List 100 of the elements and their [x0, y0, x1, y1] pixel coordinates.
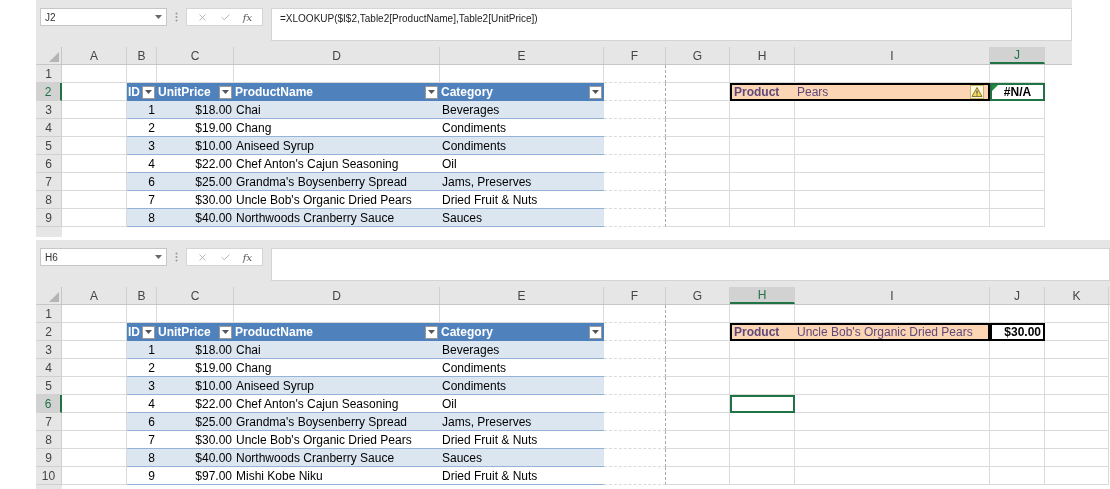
worksheet-cell[interactable] — [795, 191, 990, 209]
worksheet-cell[interactable] — [990, 305, 1045, 323]
worksheet-cell[interactable] — [990, 101, 1045, 119]
column-header[interactable]: F — [604, 47, 666, 64]
row-header[interactable]: 5 — [36, 137, 62, 155]
worksheet-cell[interactable] — [730, 137, 795, 155]
filter-dropdown-button[interactable] — [425, 325, 438, 339]
worksheet-cell[interactable] — [795, 431, 990, 449]
worksheet-cell[interactable] — [795, 137, 990, 155]
worksheet-cell[interactable] — [604, 323, 666, 341]
result-cell[interactable]: #N/A — [990, 83, 1045, 101]
worksheet-cell[interactable] — [666, 395, 730, 413]
worksheet-cell[interactable] — [730, 413, 795, 431]
worksheet-cell[interactable] — [604, 101, 666, 119]
drag-handle-icon[interactable] — [175, 252, 178, 262]
column-header[interactable]: H — [730, 47, 795, 64]
worksheet-cell[interactable] — [1045, 449, 1109, 467]
column-header[interactable]: D — [234, 47, 440, 64]
worksheet-cell[interactable] — [604, 377, 666, 395]
worksheet-cell[interactable] — [795, 377, 990, 395]
worksheet-cell[interactable] — [666, 173, 730, 191]
table-header-cell[interactable]: UnitPrice — [157, 323, 234, 341]
worksheet-cell[interactable] — [604, 431, 666, 449]
filter-dropdown-button[interactable] — [219, 325, 232, 339]
worksheet-cell[interactable] — [795, 467, 990, 485]
column-header[interactable]: D — [234, 287, 440, 304]
worksheet-cell[interactable] — [666, 155, 730, 173]
table-header-cell[interactable]: Category — [440, 83, 604, 101]
name-box[interactable]: J2 — [40, 8, 167, 26]
row-header[interactable]: 2 — [36, 83, 62, 101]
row-header[interactable]: 7 — [36, 413, 62, 431]
worksheet-cell[interactable] — [666, 413, 730, 431]
worksheet-cell[interactable] — [990, 137, 1045, 155]
worksheet-cell[interactable] — [730, 341, 795, 359]
worksheet-cell[interactable] — [604, 449, 666, 467]
row-header[interactable]: 3 — [36, 101, 62, 119]
worksheet-cell[interactable] — [666, 209, 730, 227]
worksheet-cell[interactable] — [730, 191, 795, 209]
worksheet-cell[interactable] — [604, 65, 666, 83]
worksheet-cell[interactable] — [666, 191, 730, 209]
worksheet-cell[interactable] — [730, 119, 795, 137]
worksheet-cell[interactable] — [795, 101, 990, 119]
select-all-icon[interactable] — [49, 292, 59, 302]
row-header[interactable]: 7 — [36, 173, 62, 191]
worksheet-cell[interactable] — [990, 155, 1045, 173]
worksheet-cell[interactable] — [990, 173, 1045, 191]
column-header[interactable]: H — [730, 287, 795, 304]
worksheet-cell[interactable] — [666, 449, 730, 467]
column-header[interactable]: F — [604, 287, 666, 304]
row-header[interactable]: 8 — [36, 191, 62, 209]
filter-dropdown-button[interactable] — [589, 85, 602, 99]
drag-handle-icon[interactable] — [175, 12, 178, 22]
column-header[interactable]: J — [990, 287, 1045, 304]
worksheet-cell[interactable] — [666, 467, 730, 485]
worksheet-cell[interactable] — [1045, 377, 1109, 395]
worksheet-cell[interactable] — [795, 173, 990, 191]
column-header[interactable]: K — [1045, 287, 1109, 304]
row-header[interactable]: 8 — [36, 431, 62, 449]
worksheet-cell[interactable] — [990, 341, 1045, 359]
worksheet-cell[interactable] — [795, 341, 990, 359]
worksheet-cell[interactable] — [795, 155, 990, 173]
worksheet-cell[interactable] — [666, 119, 730, 137]
table-header-cell[interactable]: ID — [127, 83, 157, 101]
row-header[interactable]: 5 — [36, 377, 62, 395]
row-header[interactable]: 10 — [36, 467, 62, 485]
name-box[interactable]: H6 — [40, 248, 167, 266]
formula-bar[interactable]: =XLOOKUP($I$2,Table2[ProductName],Table2[UnitPrice]) — [271, 8, 1072, 41]
cancel-icon[interactable] — [196, 11, 208, 23]
active-cell[interactable] — [730, 395, 795, 413]
filter-dropdown-button[interactable] — [425, 85, 438, 99]
row-header[interactable]: 9 — [36, 449, 62, 467]
row-header[interactable]: 4 — [36, 359, 62, 377]
worksheet-cell[interactable] — [62, 65, 127, 83]
column-header[interactable]: A — [62, 287, 127, 304]
row-header[interactable]: 6 — [36, 155, 62, 173]
worksheet-cell[interactable] — [795, 413, 990, 431]
worksheet-cell[interactable] — [1045, 413, 1109, 431]
worksheet-cell[interactable] — [795, 119, 990, 137]
worksheet-cell[interactable] — [1045, 431, 1109, 449]
worksheet-cell[interactable] — [730, 209, 795, 227]
worksheet-cell[interactable] — [990, 119, 1045, 137]
worksheet-cell[interactable] — [1045, 395, 1109, 413]
worksheet-cell[interactable] — [604, 119, 666, 137]
table-header-cell[interactable]: ProductName — [234, 323, 440, 341]
worksheet-cell[interactable] — [730, 155, 795, 173]
worksheet-cell[interactable] — [730, 431, 795, 449]
worksheet-cell[interactable] — [730, 467, 795, 485]
worksheet-cell[interactable] — [604, 191, 666, 209]
worksheet-cell[interactable] — [990, 449, 1045, 467]
worksheet-cell[interactable] — [604, 395, 666, 413]
column-header[interactable]: B — [127, 47, 157, 64]
worksheet-cell[interactable] — [730, 359, 795, 377]
worksheet-cell[interactable] — [604, 341, 666, 359]
worksheet-cell[interactable] — [604, 413, 666, 431]
result-cell[interactable]: $30.00 — [990, 323, 1045, 341]
column-header[interactable]: C — [157, 287, 234, 304]
formula-bar[interactable] — [271, 248, 1110, 281]
worksheet-cell[interactable] — [990, 191, 1045, 209]
worksheet-cell[interactable] — [990, 377, 1045, 395]
worksheet-cell[interactable] — [990, 395, 1045, 413]
